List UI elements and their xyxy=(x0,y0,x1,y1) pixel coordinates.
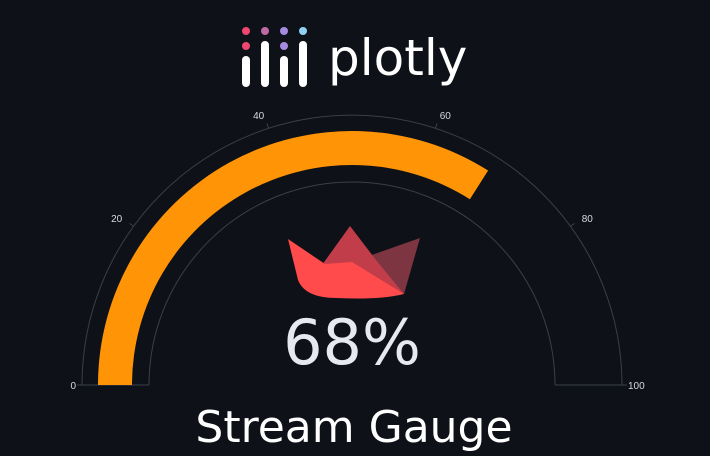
logo-dot-1 xyxy=(242,27,250,35)
tick-label: 100 xyxy=(628,381,645,392)
brand-name: plotly xyxy=(328,29,467,87)
tick-label: 60 xyxy=(440,111,452,122)
tick-mark xyxy=(266,123,270,129)
logo-bar-2 xyxy=(261,41,269,87)
tick-label: 0 xyxy=(70,381,76,392)
gauge-title: Stream Gauge xyxy=(195,402,512,453)
logo-dot-2 xyxy=(261,27,269,35)
logo-dot-5 xyxy=(242,42,250,50)
gauge-chart: plotly 0 20 40 60 80 100 68% Stream Gaug… xyxy=(70,27,645,453)
logo-dot-4 xyxy=(299,27,307,35)
logo-dot-6 xyxy=(280,42,288,50)
tick-mark xyxy=(570,222,575,227)
streamlit-crown-icon xyxy=(288,226,420,299)
plotly-bars-icon xyxy=(242,27,307,87)
plotly-logo: plotly xyxy=(242,27,467,87)
tick-mark xyxy=(434,123,438,129)
logo-dot-3 xyxy=(280,27,288,35)
gauge-value: 68% xyxy=(283,306,421,379)
tick-label: 80 xyxy=(582,214,594,225)
tick-mark xyxy=(129,222,134,227)
logo-bar-1 xyxy=(242,56,250,87)
tick-label: 20 xyxy=(111,214,123,225)
logo-bar-3 xyxy=(280,56,288,87)
logo-bar-4 xyxy=(299,41,307,87)
tick-label: 40 xyxy=(253,111,265,122)
